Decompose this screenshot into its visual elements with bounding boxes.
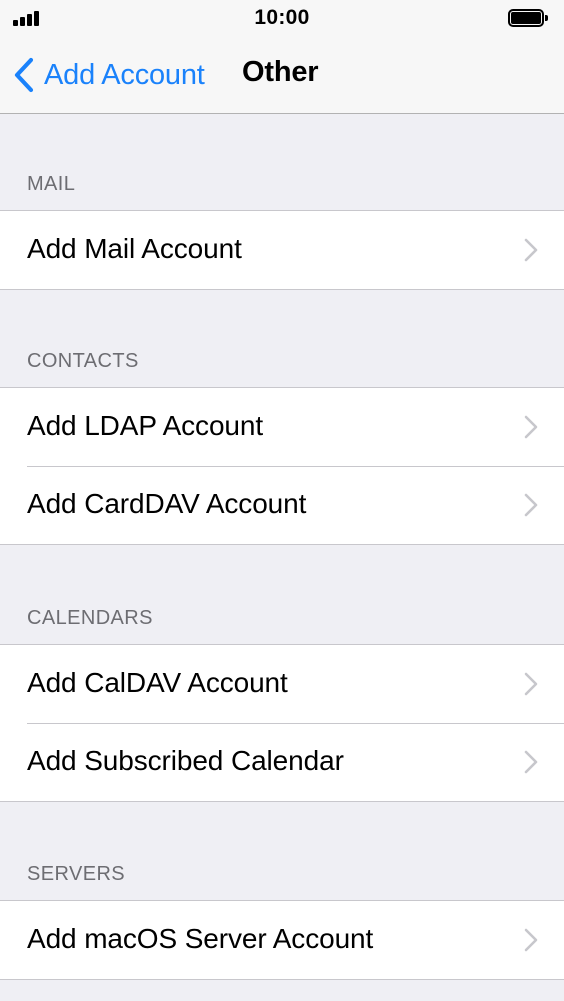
chevron-right-icon bbox=[524, 238, 538, 262]
cell-add-mail-account[interactable]: Add Mail Account bbox=[0, 211, 564, 289]
section-header-calendars: CALENDARS bbox=[27, 607, 153, 629]
cell-label: Add LDAP Account bbox=[27, 410, 264, 441]
cell-label: Add Subscribed Calendar bbox=[27, 745, 344, 776]
chevron-right-icon bbox=[524, 750, 538, 774]
status-time: 10:00 bbox=[254, 6, 310, 29]
back-button-label: Add Account bbox=[44, 58, 205, 91]
status-bar: 10:00 bbox=[0, 0, 564, 38]
group-contacts: Add LDAP Account Add CardDAV Account bbox=[0, 387, 564, 545]
chevron-right-icon bbox=[524, 493, 538, 517]
cell-label: Add Mail Account bbox=[27, 233, 242, 264]
chevron-left-icon bbox=[14, 57, 34, 93]
cell-add-subscribed-calendar[interactable]: Add Subscribed Calendar bbox=[0, 723, 564, 801]
group-servers: Add macOS Server Account bbox=[0, 900, 564, 980]
chevron-right-icon bbox=[524, 672, 538, 696]
cell-add-macos-server-account[interactable]: Add macOS Server Account bbox=[0, 901, 564, 979]
settings-screen: 10:00 Add Account Other MAIL Add Mail Ac… bbox=[0, 0, 564, 1001]
battery-icon bbox=[508, 9, 548, 27]
section-header-contacts: CONTACTS bbox=[27, 350, 139, 372]
cell-label: Add CalDAV Account bbox=[27, 667, 288, 698]
back-button[interactable]: Add Account bbox=[12, 54, 205, 96]
section-header-servers: SERVERS bbox=[27, 863, 126, 885]
cell-label: Add macOS Server Account bbox=[27, 923, 374, 954]
cell-add-ldap-account[interactable]: Add LDAP Account bbox=[0, 388, 564, 466]
group-calendars: Add CalDAV Account Add Subscribed Calend… bbox=[0, 644, 564, 802]
cell-add-caldav-account[interactable]: Add CalDAV Account bbox=[0, 645, 564, 723]
chevron-right-icon bbox=[524, 415, 538, 439]
group-mail: Add Mail Account bbox=[0, 210, 564, 290]
navigation-bar: Add Account Other bbox=[0, 38, 564, 114]
chevron-right-icon bbox=[524, 928, 538, 952]
cell-label: Add CardDAV Account bbox=[27, 488, 307, 519]
page-title: Other bbox=[242, 56, 319, 88]
section-header-mail: MAIL bbox=[27, 173, 76, 195]
cell-add-carddav-account[interactable]: Add CardDAV Account bbox=[0, 466, 564, 544]
